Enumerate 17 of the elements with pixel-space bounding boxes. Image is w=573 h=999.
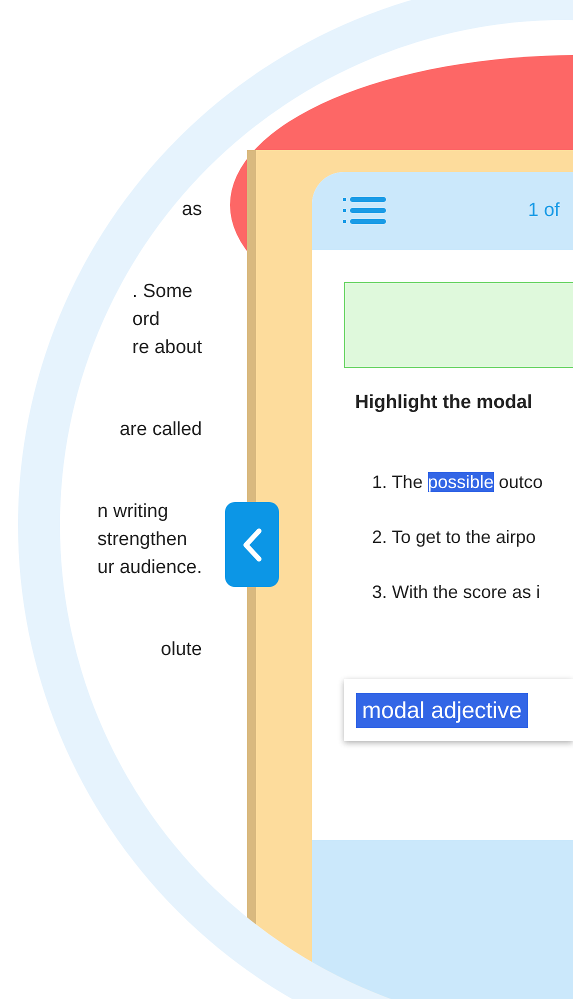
- text-line: are called: [120, 418, 202, 442]
- text-line: re about: [132, 336, 202, 360]
- text-line: olute: [160, 638, 202, 662]
- back-button[interactable]: [225, 502, 279, 587]
- text-line: as: [182, 198, 202, 222]
- sentence: 2. To get to the airpo: [372, 527, 537, 548]
- text-line: ord: [132, 308, 161, 332]
- chevron-left-icon: [241, 526, 263, 562]
- sentence: 1. The possible outco: [372, 472, 544, 493]
- text-line: n writing: [97, 500, 170, 524]
- question-counter: 1 of: [528, 200, 560, 222]
- sentence: 3. With the score as i: [372, 582, 542, 603]
- text-line: strengthen: [97, 528, 188, 552]
- text-line: ur audience.: [97, 556, 202, 580]
- question-prompt: Highlight the modal: [355, 392, 534, 414]
- text-line: . Some: [132, 280, 194, 304]
- answer-label[interactable]: modal adjective: [356, 692, 528, 728]
